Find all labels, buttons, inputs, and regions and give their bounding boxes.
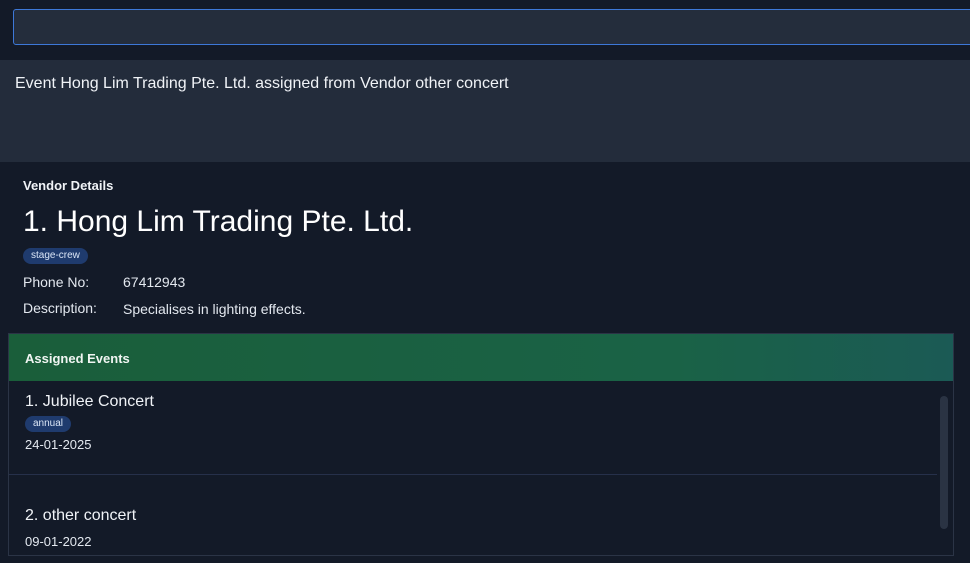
event-tag: annual <box>25 416 72 432</box>
command-box <box>0 0 970 60</box>
phone-label: Phone No: <box>23 274 90 290</box>
event-title: 1. Jubilee Concert <box>25 393 154 410</box>
event-date: 24-01-2025 <box>25 437 92 452</box>
result-message: Event Hong Lim Trading Pte. Ltd. assigne… <box>15 75 509 92</box>
vendor-name: 1. Hong Lim Trading Pte. Ltd. <box>23 205 414 238</box>
events-scrollbar[interactable] <box>940 396 948 529</box>
event-date: 09-01-2022 <box>25 534 92 549</box>
description-label: Description: <box>23 300 97 316</box>
assigned-events-title: Assigned Events <box>25 351 130 366</box>
description-value: Specialises in lighting effects. <box>123 301 306 317</box>
assigned-events-header: Assigned Events <box>9 334 953 381</box>
event-title: 2. other concert <box>25 507 137 524</box>
event-list-item[interactable]: 1. Jubilee Concert annual 24-01-2025 <box>9 381 937 475</box>
phone-value: 67412943 <box>123 274 186 290</box>
command-input[interactable] <box>13 9 970 45</box>
details-heading: Vendor Details <box>23 178 114 193</box>
vendor-tag: stage-crew <box>23 248 88 264</box>
event-list-item[interactable]: 2. other concert 09-01-2022 <box>9 475 937 555</box>
assigned-events-panel: Assigned Events 1. Jubilee Concert annua… <box>8 333 954 556</box>
result-display: Event Hong Lim Trading Pte. Ltd. assigne… <box>0 60 970 162</box>
vendor-details-panel: Vendor Details 1. Hong Lim Trading Pte. … <box>0 162 970 563</box>
